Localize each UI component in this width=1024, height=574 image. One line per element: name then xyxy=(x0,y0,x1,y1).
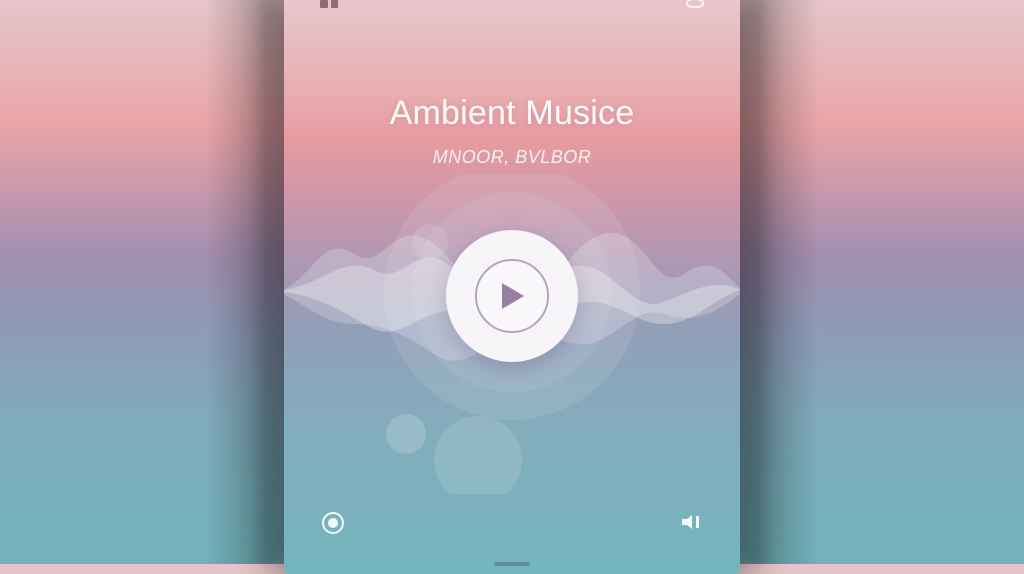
track-title: Ambient Musice xyxy=(389,94,635,132)
bubble-center xyxy=(434,416,522,494)
play-button-ring xyxy=(475,259,549,333)
track-subtitle: MNOOR, BVLBOR xyxy=(432,147,592,167)
player-screen: Ambient Musice MNOOR, BVLBOR xyxy=(284,0,740,574)
settings-icon[interactable] xyxy=(686,0,704,8)
grid-icon xyxy=(320,0,338,8)
play-icon xyxy=(502,283,524,309)
volume-icon[interactable] xyxy=(680,512,704,532)
record-icon[interactable] xyxy=(322,512,344,534)
bubble-left xyxy=(386,414,426,454)
home-indicator xyxy=(494,562,530,566)
play-button[interactable] xyxy=(446,230,578,362)
